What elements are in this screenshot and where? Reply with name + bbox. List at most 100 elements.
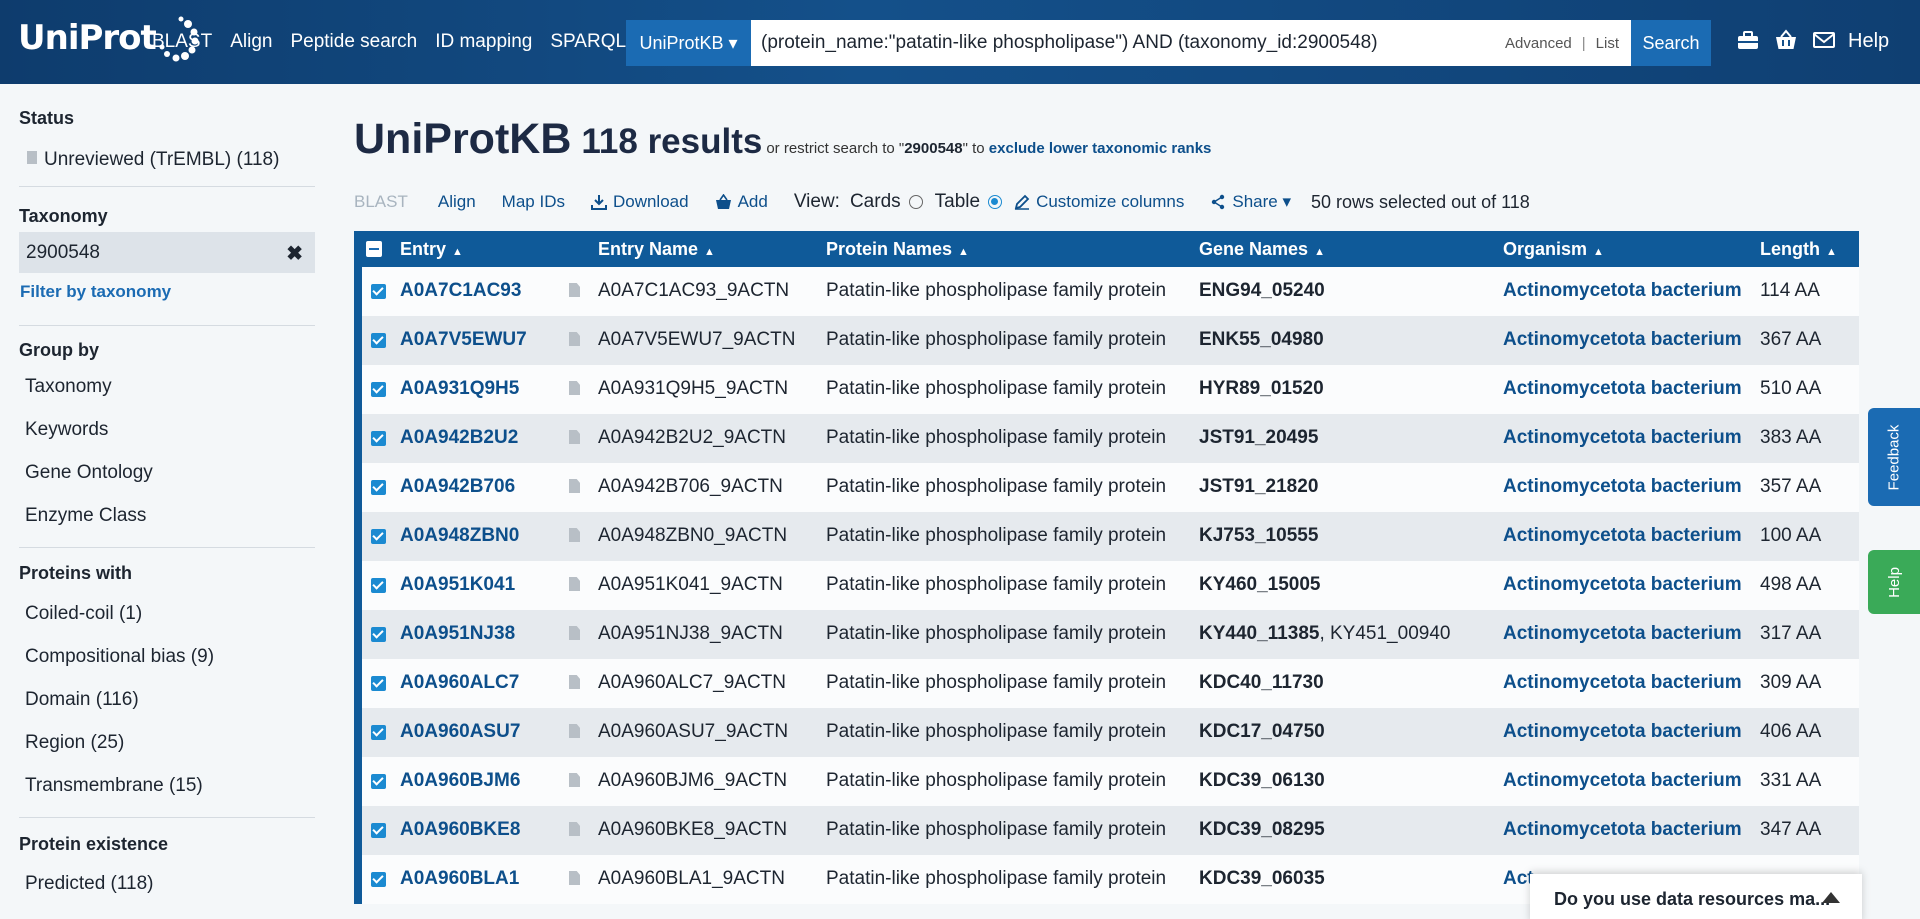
chevron-up-icon[interactable] (1822, 892, 1840, 903)
entry-link[interactable]: A0A951NJ38 (400, 623, 515, 645)
blast-button[interactable]: BLAST (354, 192, 408, 212)
sort-icon: ▲ (704, 246, 715, 258)
groupby-enzyme-class[interactable]: Enzyme Class (25, 505, 146, 527)
view-table-radio[interactable] (988, 195, 1003, 209)
database-select[interactable]: UniProtKB ▾ (626, 20, 751, 66)
pencil-icon (1014, 194, 1030, 210)
organism-link[interactable]: Actinomycetota bacterium (1503, 721, 1742, 743)
add-to-basket-button[interactable]: Add (715, 192, 768, 212)
basket-icon[interactable] (1774, 28, 1798, 52)
column-organism[interactable]: Organism ▲ (1503, 239, 1604, 260)
organism-link[interactable]: Actinomycetota bacterium (1503, 280, 1742, 302)
row-checkbox[interactable] (371, 774, 386, 789)
length: 510 AA (1760, 378, 1822, 399)
groupby-keywords[interactable]: Keywords (25, 419, 108, 441)
organism-link[interactable]: Actinomycetota bacterium (1503, 770, 1742, 792)
entry-link[interactable]: A0A960ASU7 (400, 721, 520, 743)
organism-link[interactable]: Actinomycetota bacterium (1503, 819, 1742, 841)
filter-by-taxonomy-link[interactable]: Filter by taxonomy (20, 282, 171, 302)
nav-blast[interactable]: BLAST (152, 31, 212, 53)
row-checkbox[interactable] (371, 480, 386, 495)
gene-primary: KDC39_06130 (1199, 770, 1325, 791)
entry-link[interactable]: A0A951K041 (400, 574, 515, 596)
column-gene-names[interactable]: Gene Names ▲ (1199, 239, 1325, 260)
row-checkbox[interactable] (371, 823, 386, 838)
divider (19, 817, 315, 818)
toolkit-icon[interactable] (1736, 28, 1760, 52)
proteins-with-coiled-coil[interactable]: Coiled-coil (1) (25, 603, 142, 625)
advanced-link[interactable]: Advanced (1505, 35, 1572, 52)
organism-link[interactable]: Actinomycetota bacterium (1503, 672, 1742, 694)
entry-link[interactable]: A0A931Q9H5 (400, 378, 519, 400)
map-ids-button[interactable]: Map IDs (502, 192, 565, 212)
nav-align[interactable]: Align (230, 31, 272, 53)
search-input[interactable]: (protein_name:"patatin-like phospholipas… (751, 32, 1505, 54)
mail-icon[interactable] (1812, 28, 1836, 52)
taxonomy-value: 2900548 (26, 241, 100, 263)
entry-link[interactable]: A0A942B706 (400, 476, 515, 498)
entry-link[interactable]: A0A948ZBN0 (400, 525, 519, 547)
column-entry-name[interactable]: Entry Name ▲ (598, 239, 715, 260)
organism-link[interactable]: Actinomycetota bacterium (1503, 623, 1742, 645)
proteins-with-domain[interactable]: Domain (116) (25, 689, 139, 711)
row-checkbox[interactable] (371, 725, 386, 740)
nav-id-mapping[interactable]: ID mapping (435, 31, 532, 53)
column-gene-names-label: Gene Names (1199, 239, 1309, 259)
row-checkbox[interactable] (371, 382, 386, 397)
entry-link[interactable]: A0A960BLA1 (400, 868, 519, 890)
column-entry[interactable]: Entry ▲ (400, 239, 463, 260)
clear-filter-icon[interactable]: ✖ (286, 241, 303, 266)
organism-link[interactable]: Actinomycetota bacterium (1503, 476, 1742, 498)
nav-sparql[interactable]: SPARQL (550, 31, 626, 53)
proteins-with-region[interactable]: Region (25) (25, 732, 124, 754)
exclude-lower-ranks-link[interactable]: exclude lower taxonomic ranks (989, 140, 1212, 157)
help-tab[interactable]: Help (1868, 550, 1920, 614)
organism-link[interactable]: Actinomycetota bacterium (1503, 329, 1742, 351)
help-link[interactable]: Help (1848, 30, 1889, 53)
organism-link[interactable]: Actinomycetota bacterium (1503, 427, 1742, 449)
survey-banner[interactable]: Do you use data resources ma... (1530, 874, 1862, 919)
row-checkbox[interactable] (371, 872, 386, 887)
existence-predicted[interactable]: Predicted (118) (25, 873, 154, 895)
organism-link[interactable]: Actinomycetota bacterium (1503, 574, 1742, 596)
header-icons (1736, 28, 1836, 52)
groupby-taxonomy[interactable]: Taxonomy (25, 376, 112, 398)
groupby-gene-ontology[interactable]: Gene Ontology (25, 462, 153, 484)
entry-name: A0A960BJM6_9ACTN (598, 770, 788, 791)
entry-link[interactable]: A0A7C1AC93 (400, 280, 521, 302)
gene-names: KDC39_06130 (1199, 770, 1325, 792)
protein-name: Patatin-like phospholipase family protei… (826, 868, 1167, 889)
column-protein-names[interactable]: Protein Names ▲ (826, 239, 969, 260)
row-checkbox[interactable] (371, 431, 386, 446)
share-button[interactable]: Share ▾ (1210, 192, 1291, 212)
list-link[interactable]: List (1596, 35, 1619, 52)
entry-link[interactable]: A0A960BKE8 (400, 819, 520, 841)
nav-peptide-search[interactable]: Peptide search (290, 31, 417, 53)
entry-link[interactable]: A0A960ALC7 (400, 672, 519, 694)
status-unreviewed[interactable]: Unreviewed (TrEMBL) (118) (44, 149, 279, 171)
row-checkbox[interactable] (371, 578, 386, 593)
row-checkbox[interactable] (371, 676, 386, 691)
proteins-with-transmembrane[interactable]: Transmembrane (15) (25, 775, 203, 797)
column-length[interactable]: Length ▲ (1760, 239, 1837, 260)
align-button[interactable]: Align (438, 192, 476, 212)
select-all-checkbox[interactable] (366, 241, 382, 257)
entry-link[interactable]: A0A960BJM6 (400, 770, 520, 792)
row-checkbox[interactable] (371, 627, 386, 642)
search-button[interactable]: Search (1631, 20, 1711, 66)
restrict-mid: " to (962, 140, 989, 157)
organism-link[interactable]: Actinomycetota bacterium (1503, 378, 1742, 400)
entry-link[interactable]: A0A7V5EWU7 (400, 329, 527, 351)
proteins-with-compositional-bias[interactable]: Compositional bias (9) (25, 646, 214, 668)
view-cards-radio[interactable] (908, 195, 923, 209)
download-button[interactable]: Download (590, 192, 689, 212)
customize-columns-button[interactable]: Customize columns (1014, 192, 1184, 212)
entry-name: A0A951K041_9ACTN (598, 574, 783, 595)
entry-link[interactable]: A0A942B2U2 (400, 427, 518, 449)
organism-link[interactable]: Actinomycetota bacterium (1503, 525, 1742, 547)
row-checkbox[interactable] (371, 333, 386, 348)
gene-primary: HYR89_01520 (1199, 378, 1324, 399)
feedback-tab[interactable]: Feedback (1868, 408, 1920, 506)
row-checkbox[interactable] (371, 284, 386, 299)
row-checkbox[interactable] (371, 529, 386, 544)
